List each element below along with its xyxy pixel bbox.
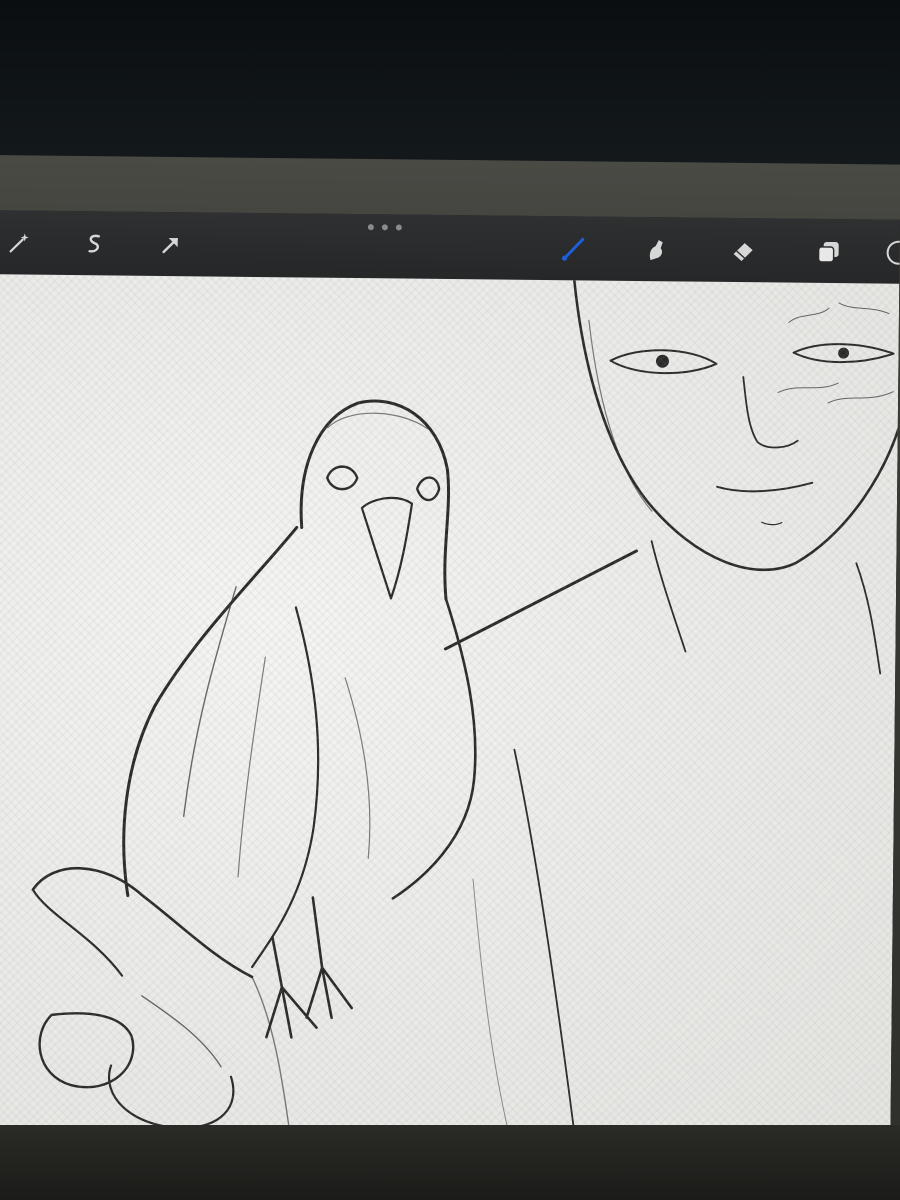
app-screen	[0, 210, 900, 1140]
more-options-icon[interactable]	[367, 220, 402, 234]
pencil-sketch-artwork	[31, 279, 900, 1140]
drawing-canvas[interactable]	[0, 274, 900, 1140]
brush-icon[interactable]	[555, 232, 589, 266]
color-swatch[interactable]	[883, 236, 900, 270]
background-wall	[0, 0, 900, 165]
transform-icon[interactable]	[153, 228, 187, 262]
top-toolbar	[0, 210, 900, 285]
dot	[367, 224, 374, 231]
adjustments-icon[interactable]	[2, 226, 36, 260]
layers-icon[interactable]	[811, 235, 845, 269]
dot	[381, 224, 388, 231]
smudge-icon[interactable]	[639, 233, 673, 267]
eraser-icon[interactable]	[725, 234, 759, 268]
tablet-bottom-bezel	[0, 1125, 900, 1200]
selection-icon[interactable]	[77, 227, 111, 261]
dot	[395, 224, 402, 231]
